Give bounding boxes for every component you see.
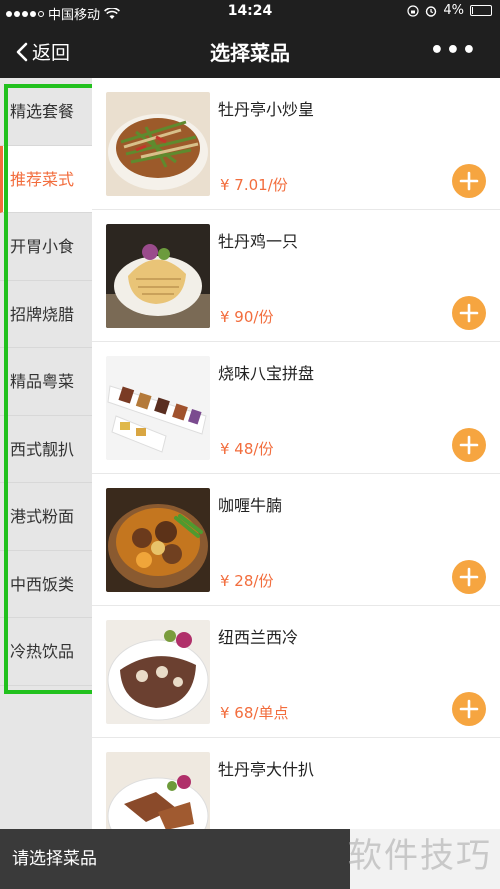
add-to-cart-button[interactable] (452, 560, 486, 594)
category-item[interactable]: 中西饭类 (0, 551, 92, 618)
add-to-cart-button[interactable] (452, 692, 486, 726)
alarm-icon (426, 5, 437, 17)
dish-photo (106, 488, 210, 592)
category-item-active[interactable]: 推荐菜式 (0, 145, 92, 213)
dish-item[interactable]: 纽西兰西冷 ¥ 68/单点 (92, 606, 500, 738)
dish-name: 咖喱牛腩 (218, 496, 283, 515)
category-item[interactable]: 开胃小食 (0, 213, 92, 281)
dish-name: 烧味八宝拼盘 (218, 364, 315, 383)
dish-price: ¥ 48/份 (220, 440, 274, 458)
category-item[interactable]: 冷热饮品 (0, 618, 92, 686)
dish-photo (106, 92, 210, 196)
category-item[interactable]: 港式粉面 (0, 483, 92, 551)
dish-item[interactable]: 牡丹亭小炒皇 ¥ 7.01/份 (92, 78, 500, 210)
category-label: 精品粤菜 (10, 372, 75, 391)
dish-price: ¥ 68/单点 (220, 704, 289, 722)
category-label: 推荐菜式 (10, 169, 75, 189)
category-item[interactable]: 西式靓扒 (0, 416, 92, 483)
category-label: 中西饭类 (10, 574, 75, 594)
dish-item[interactable]: 牡丹鸡一只 ¥ 90/份 (92, 210, 500, 342)
category-sidebar: 精选套餐 推荐菜式 开胃小食 招牌烧腊 精品粤菜 西式靓扒 港式粉面 中西饭类 … (0, 78, 92, 829)
dish-name: 牡丹亭大什扒 (218, 760, 315, 779)
dish-photo (106, 620, 210, 724)
battery-icon (470, 5, 492, 16)
dish-list[interactable]: 牡丹亭小炒皇 ¥ 7.01/份 牡丹鸡一只 ¥ 90/份 烧味八宝拼盘 ¥ 48… (92, 78, 500, 829)
plus-icon (459, 171, 479, 191)
status-bar: 中国移动 14:24 4% (0, 0, 500, 24)
dish-name: 纽西兰西冷 (218, 628, 299, 647)
dish-price: ¥ 90/份 (220, 308, 274, 326)
category-label: 港式粉面 (10, 507, 75, 526)
add-to-cart-button[interactable] (452, 164, 486, 198)
page-title: 选择菜品 (210, 41, 290, 65)
dish-photo (106, 224, 210, 328)
category-label: 冷热饮品 (10, 642, 75, 661)
add-to-cart-button[interactable] (452, 296, 486, 330)
category-item[interactable]: 招牌烧腊 (0, 281, 92, 348)
plus-icon (459, 567, 479, 587)
dish-item[interactable]: 咖喱牛腩 ¥ 28/份 (92, 474, 500, 606)
dish-photo (106, 356, 210, 460)
category-label: 招牌烧腊 (10, 304, 75, 324)
plus-icon (459, 303, 479, 323)
select-dish-prompt: 请选择菜品 (12, 849, 97, 869)
bottom-bar[interactable]: 请选择菜品 (0, 829, 350, 889)
watermark: 软件技巧 (348, 836, 492, 876)
dish-name: 牡丹鸡一只 (218, 232, 299, 251)
dish-name: 牡丹亭小炒皇 (218, 100, 315, 119)
add-to-cart-button[interactable] (452, 428, 486, 462)
battery-percent: 4% (443, 3, 464, 18)
more-icon[interactable]: ••• (430, 38, 478, 63)
category-label: 精选套餐 (10, 102, 75, 121)
lock-rotation-icon (407, 4, 419, 17)
plus-icon (459, 699, 479, 719)
category-label: 西式靓扒 (10, 439, 75, 459)
category-item[interactable]: 精选套餐 (0, 78, 92, 146)
category-item[interactable]: 精品粤菜 (0, 348, 92, 416)
dish-photo (106, 752, 210, 829)
dish-item[interactable]: 烧味八宝拼盘 ¥ 48/份 (92, 342, 500, 474)
dish-price: ¥ 7.01/份 (220, 176, 288, 194)
dish-item[interactable]: 牡丹亭大什扒 (92, 738, 500, 829)
dish-price: ¥ 28/份 (220, 572, 274, 590)
category-label: 开胃小食 (10, 237, 75, 256)
plus-icon (459, 435, 479, 455)
nav-bar: 返回 选择菜品 ••• (0, 24, 500, 78)
